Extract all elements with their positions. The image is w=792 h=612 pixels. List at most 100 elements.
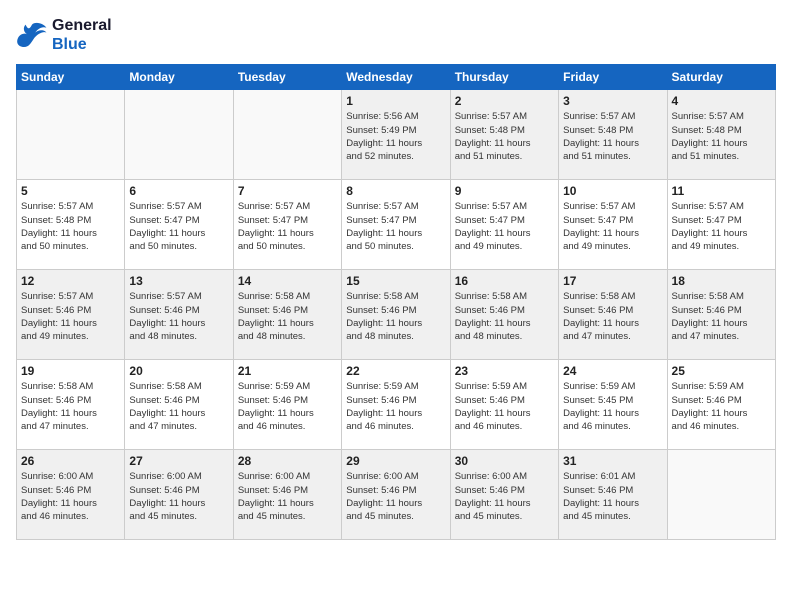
day-number: 8: [346, 184, 445, 198]
day-info: Sunrise: 6:00 AM Sunset: 5:46 PM Dayligh…: [129, 470, 228, 523]
day-number: 26: [21, 454, 120, 468]
day-number: 24: [563, 364, 662, 378]
calendar-cell: 28 Sunrise: 6:00 AM Sunset: 5:46 PM Dayli…: [233, 450, 341, 540]
day-number: 10: [563, 184, 662, 198]
weekday-header-monday: Monday: [125, 65, 233, 90]
calendar-cell: 8 Sunrise: 5:57 AM Sunset: 5:47 PM Daylig…: [342, 180, 450, 270]
day-number: 12: [21, 274, 120, 288]
day-info: Sunrise: 5:59 AM Sunset: 5:46 PM Dayligh…: [346, 380, 445, 433]
calendar-cell: 19 Sunrise: 5:58 AM Sunset: 5:46 PM Dayli…: [17, 360, 125, 450]
calendar-cell: 12Sunrise: 5:57 AM Sunset: 5:46 PM Dayli…: [17, 270, 125, 360]
day-info: Sunrise: 5:56 AM Sunset: 5:49 PM Dayligh…: [346, 110, 445, 163]
day-number: 9: [455, 184, 554, 198]
calendar-cell: 30 Sunrise: 6:00 AM Sunset: 5:46 PM Dayli…: [450, 450, 558, 540]
day-info: Sunrise: 6:00 AM Sunset: 5:46 PM Dayligh…: [346, 470, 445, 523]
day-number: 17: [563, 274, 662, 288]
day-info: Sunrise: 5:57 AM Sunset: 5:47 PM Dayligh…: [672, 200, 771, 253]
day-info: Sunrise: 6:00 AM Sunset: 5:46 PM Dayligh…: [238, 470, 337, 523]
day-number: 15: [346, 274, 445, 288]
page-header: General Blue: [16, 16, 776, 54]
calendar-cell: 23 Sunrise: 5:59 AM Sunset: 5:46 PM Dayli…: [450, 360, 558, 450]
calendar-cell: 14Sunrise: 5:58 AM Sunset: 5:46 PM Dayli…: [233, 270, 341, 360]
weekday-header-sunday: Sunday: [17, 65, 125, 90]
calendar-cell: 24 Sunrise: 5:59 AM Sunset: 5:45 PM Dayli…: [559, 360, 667, 450]
weekday-header-thursday: Thursday: [450, 65, 558, 90]
day-info: Sunrise: 5:59 AM Sunset: 5:45 PM Dayligh…: [563, 380, 662, 433]
day-info: Sunrise: 5:58 AM Sunset: 5:46 PM Dayligh…: [129, 380, 228, 433]
calendar-cell: 16 Sunrise: 5:58 AM Sunset: 5:46 PM Dayli…: [450, 270, 558, 360]
day-number: 28: [238, 454, 337, 468]
calendar-cell: 4 Sunrise: 5:57 AM Sunset: 5:48 PM Daylig…: [667, 90, 775, 180]
calendar-cell: 6 Sunrise: 5:57 AM Sunset: 5:47 PM Daylig…: [125, 180, 233, 270]
weekday-header-tuesday: Tuesday: [233, 65, 341, 90]
day-info: Sunrise: 5:59 AM Sunset: 5:46 PM Dayligh…: [455, 380, 554, 433]
calendar-cell: 7 Sunrise: 5:57 AM Sunset: 5:47 PM Daylig…: [233, 180, 341, 270]
day-info: Sunrise: 5:57 AM Sunset: 5:48 PM Dayligh…: [455, 110, 554, 163]
day-info: Sunrise: 5:58 AM Sunset: 5:46 PM Dayligh…: [672, 290, 771, 343]
day-number: 7: [238, 184, 337, 198]
calendar-cell: 29Sunrise: 6:00 AM Sunset: 5:46 PM Dayli…: [342, 450, 450, 540]
day-info: Sunrise: 5:59 AM Sunset: 5:46 PM Dayligh…: [672, 380, 771, 433]
calendar-cell: [667, 450, 775, 540]
calendar-cell: 2 Sunrise: 5:57 AM Sunset: 5:48 PM Daylig…: [450, 90, 558, 180]
day-number: 11: [672, 184, 771, 198]
calendar-cell: 3 Sunrise: 5:57 AM Sunset: 5:48 PM Daylig…: [559, 90, 667, 180]
calendar-cell: 11 Sunrise: 5:57 AM Sunset: 5:47 PM Dayli…: [667, 180, 775, 270]
day-number: 20: [129, 364, 228, 378]
calendar-cell: 20 Sunrise: 5:58 AM Sunset: 5:46 PM Dayli…: [125, 360, 233, 450]
day-info: Sunrise: 5:59 AM Sunset: 5:46 PM Dayligh…: [238, 380, 337, 433]
calendar-cell: 22 Sunrise: 5:59 AM Sunset: 5:46 PM Dayli…: [342, 360, 450, 450]
calendar-week-row: 1 Sunrise: 5:56 AM Sunset: 5:49 PM Daylig…: [17, 90, 776, 180]
calendar-cell: 21Sunrise: 5:59 AM Sunset: 5:46 PM Dayli…: [233, 360, 341, 450]
calendar-cell: 27 Sunrise: 6:00 AM Sunset: 5:46 PM Dayli…: [125, 450, 233, 540]
day-info: Sunrise: 5:57 AM Sunset: 5:47 PM Dayligh…: [563, 200, 662, 253]
day-info: Sunrise: 5:58 AM Sunset: 5:46 PM Dayligh…: [346, 290, 445, 343]
day-info: Sunrise: 5:57 AM Sunset: 5:47 PM Dayligh…: [238, 200, 337, 253]
day-number: 4: [672, 94, 771, 108]
calendar-week-row: 19 Sunrise: 5:58 AM Sunset: 5:46 PM Dayli…: [17, 360, 776, 450]
calendar-cell: 18 Sunrise: 5:58 AM Sunset: 5:46 PM Dayli…: [667, 270, 775, 360]
day-number: 31: [563, 454, 662, 468]
weekday-header-saturday: Saturday: [667, 65, 775, 90]
calendar-cell: [17, 90, 125, 180]
calendar-cell: [233, 90, 341, 180]
logo-text: General Blue: [52, 16, 112, 54]
day-number: 25: [672, 364, 771, 378]
day-number: 18: [672, 274, 771, 288]
day-info: Sunrise: 6:00 AM Sunset: 5:46 PM Dayligh…: [21, 470, 120, 523]
calendar-cell: 5Sunrise: 5:57 AM Sunset: 5:48 PM Daylig…: [17, 180, 125, 270]
day-number: 14: [238, 274, 337, 288]
weekday-header-row: SundayMondayTuesdayWednesdayThursdayFrid…: [17, 65, 776, 90]
day-number: 3: [563, 94, 662, 108]
day-info: Sunrise: 5:57 AM Sunset: 5:47 PM Dayligh…: [129, 200, 228, 253]
weekday-header-friday: Friday: [559, 65, 667, 90]
day-number: 19: [21, 364, 120, 378]
calendar-cell: 17 Sunrise: 5:58 AM Sunset: 5:46 PM Dayli…: [559, 270, 667, 360]
day-info: Sunrise: 5:57 AM Sunset: 5:48 PM Dayligh…: [563, 110, 662, 163]
day-info: Sunrise: 5:57 AM Sunset: 5:48 PM Dayligh…: [672, 110, 771, 163]
calendar-cell: 25 Sunrise: 5:59 AM Sunset: 5:46 PM Dayli…: [667, 360, 775, 450]
calendar-week-row: 5Sunrise: 5:57 AM Sunset: 5:48 PM Daylig…: [17, 180, 776, 270]
calendar-table: SundayMondayTuesdayWednesdayThursdayFrid…: [16, 64, 776, 540]
day-number: 16: [455, 274, 554, 288]
day-number: 27: [129, 454, 228, 468]
day-number: 1: [346, 94, 445, 108]
day-number: 2: [455, 94, 554, 108]
day-info: Sunrise: 5:57 AM Sunset: 5:47 PM Dayligh…: [455, 200, 554, 253]
day-number: 30: [455, 454, 554, 468]
logo-bird-icon: [16, 21, 48, 49]
day-info: Sunrise: 5:58 AM Sunset: 5:46 PM Dayligh…: [21, 380, 120, 433]
day-number: 22: [346, 364, 445, 378]
day-number: 5: [21, 184, 120, 198]
calendar-week-row: 12Sunrise: 5:57 AM Sunset: 5:46 PM Dayli…: [17, 270, 776, 360]
calendar-cell: 13Sunrise: 5:57 AM Sunset: 5:46 PM Dayli…: [125, 270, 233, 360]
day-info: Sunrise: 5:57 AM Sunset: 5:47 PM Dayligh…: [346, 200, 445, 253]
day-info: Sunrise: 6:01 AM Sunset: 5:46 PM Dayligh…: [563, 470, 662, 523]
day-number: 13: [129, 274, 228, 288]
calendar-cell: 1 Sunrise: 5:56 AM Sunset: 5:49 PM Daylig…: [342, 90, 450, 180]
day-number: 6: [129, 184, 228, 198]
day-info: Sunrise: 5:58 AM Sunset: 5:46 PM Dayligh…: [563, 290, 662, 343]
day-info: Sunrise: 5:58 AM Sunset: 5:46 PM Dayligh…: [455, 290, 554, 343]
day-info: Sunrise: 6:00 AM Sunset: 5:46 PM Dayligh…: [455, 470, 554, 523]
day-number: 23: [455, 364, 554, 378]
